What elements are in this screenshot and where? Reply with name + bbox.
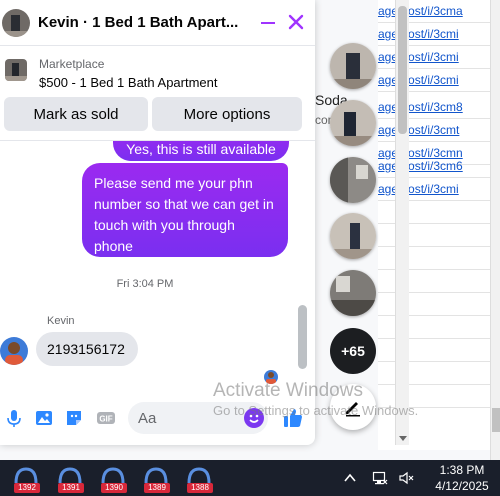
microphone-icon[interactable] xyxy=(4,408,24,428)
listing-info[interactable]: Marketplace $500 - 1 Bed 1 Bath Apartmen… xyxy=(0,50,315,94)
gif-icon[interactable]: GIF xyxy=(96,408,116,428)
chathead-room-photo[interactable] xyxy=(330,100,376,146)
app-icon xyxy=(101,467,125,484)
chevron-up-icon[interactable] xyxy=(342,470,358,486)
chat-title[interactable]: Kevin · 1 Bed 1 Bath Apart... xyxy=(38,14,253,31)
badge-count: 1392 xyxy=(14,483,40,493)
badge-count: 1390 xyxy=(101,483,127,493)
activate-windows-subtitle: Go to Settings to activate Windows. xyxy=(213,403,419,418)
mark-as-sold-button[interactable]: Mark as sold xyxy=(4,97,148,131)
sender-name: Kevin xyxy=(47,315,75,327)
room-photo-icon xyxy=(330,213,376,259)
listing-thumbnail xyxy=(5,59,27,81)
incoming-message: 2193156172 xyxy=(36,332,138,366)
taskbar-app[interactable]: 1388 xyxy=(185,465,213,493)
taskbar-app[interactable]: 1390 xyxy=(99,465,127,493)
badge-count: 1389 xyxy=(144,483,170,493)
taskbar: 1392 1391 1390 1389 1388 1:38 PM 4/12/20… xyxy=(0,460,500,496)
message-list[interactable]: Yes, this is still available Please send… xyxy=(0,140,315,388)
taskbar-app[interactable]: 1391 xyxy=(56,465,84,493)
network-icon[interactable] xyxy=(372,470,388,486)
window-scrollbar[interactable] xyxy=(490,0,500,460)
minimize-icon[interactable] xyxy=(261,22,275,24)
listing-photo-icon xyxy=(5,59,27,81)
more-chathead-count[interactable]: +65 xyxy=(330,328,376,374)
chat-header[interactable]: Kevin · 1 Bed 1 Bath Apart... xyxy=(0,0,315,46)
sender-avatar-icon xyxy=(0,337,28,365)
taskbar-app[interactable]: 1392 xyxy=(12,465,40,493)
listing-avatar-icon xyxy=(2,9,30,37)
badge-count: 1391 xyxy=(58,483,84,493)
message-timestamp: Fri 3:04 PM xyxy=(116,278,174,290)
outgoing-message: Please send me your phn number so that w… xyxy=(82,163,288,257)
scrollbar-thumb[interactable] xyxy=(492,408,500,432)
app-icon xyxy=(58,467,82,484)
chathead-room-photo[interactable] xyxy=(330,213,376,259)
volume-muted-icon[interactable] xyxy=(398,470,414,486)
room-photo-icon xyxy=(330,43,376,89)
app-icon xyxy=(144,467,168,484)
taskbar-app[interactable]: 1389 xyxy=(142,465,170,493)
photo-icon[interactable] xyxy=(34,408,54,428)
more-options-button[interactable]: More options xyxy=(152,97,302,131)
scrollbar-thumb[interactable] xyxy=(398,6,407,134)
outgoing-message: Yes, this is still available xyxy=(113,141,289,161)
clock-date[interactable]: 4/12/2025 xyxy=(430,479,494,493)
chathead-room-photo[interactable] xyxy=(330,157,376,203)
clock-time[interactable]: 1:38 PM xyxy=(430,463,494,477)
chat-scrollbar[interactable] xyxy=(298,305,307,369)
chathead-room-photo[interactable] xyxy=(330,43,376,89)
app-icon xyxy=(14,467,38,484)
room-photo-icon xyxy=(330,270,376,316)
scroll-down-arrow-icon[interactable] xyxy=(399,436,407,441)
room-photo-icon xyxy=(330,100,376,146)
badge-count: 1388 xyxy=(187,483,213,493)
chat-window: Kevin · 1 Bed 1 Bath Apart... Marketplac… xyxy=(0,0,315,445)
app-icon xyxy=(187,467,211,484)
avatar[interactable] xyxy=(0,337,28,365)
chathead-room-photo[interactable] xyxy=(330,270,376,316)
room-photo-icon xyxy=(330,157,376,203)
page-scrollbar[interactable] xyxy=(395,0,409,445)
listing-title: $500 - 1 Bed 1 Bath Apartment xyxy=(39,75,218,90)
close-icon[interactable] xyxy=(287,13,305,31)
listing-source: Marketplace xyxy=(39,57,105,71)
activate-windows-title: Activate Windows xyxy=(213,380,363,401)
svg-text:GIF: GIF xyxy=(99,415,112,424)
sticker-icon[interactable] xyxy=(64,408,84,428)
screen: Soda con age.host/i/3cma age.host/i/3cmi… xyxy=(0,0,500,496)
avatar[interactable] xyxy=(2,9,30,37)
